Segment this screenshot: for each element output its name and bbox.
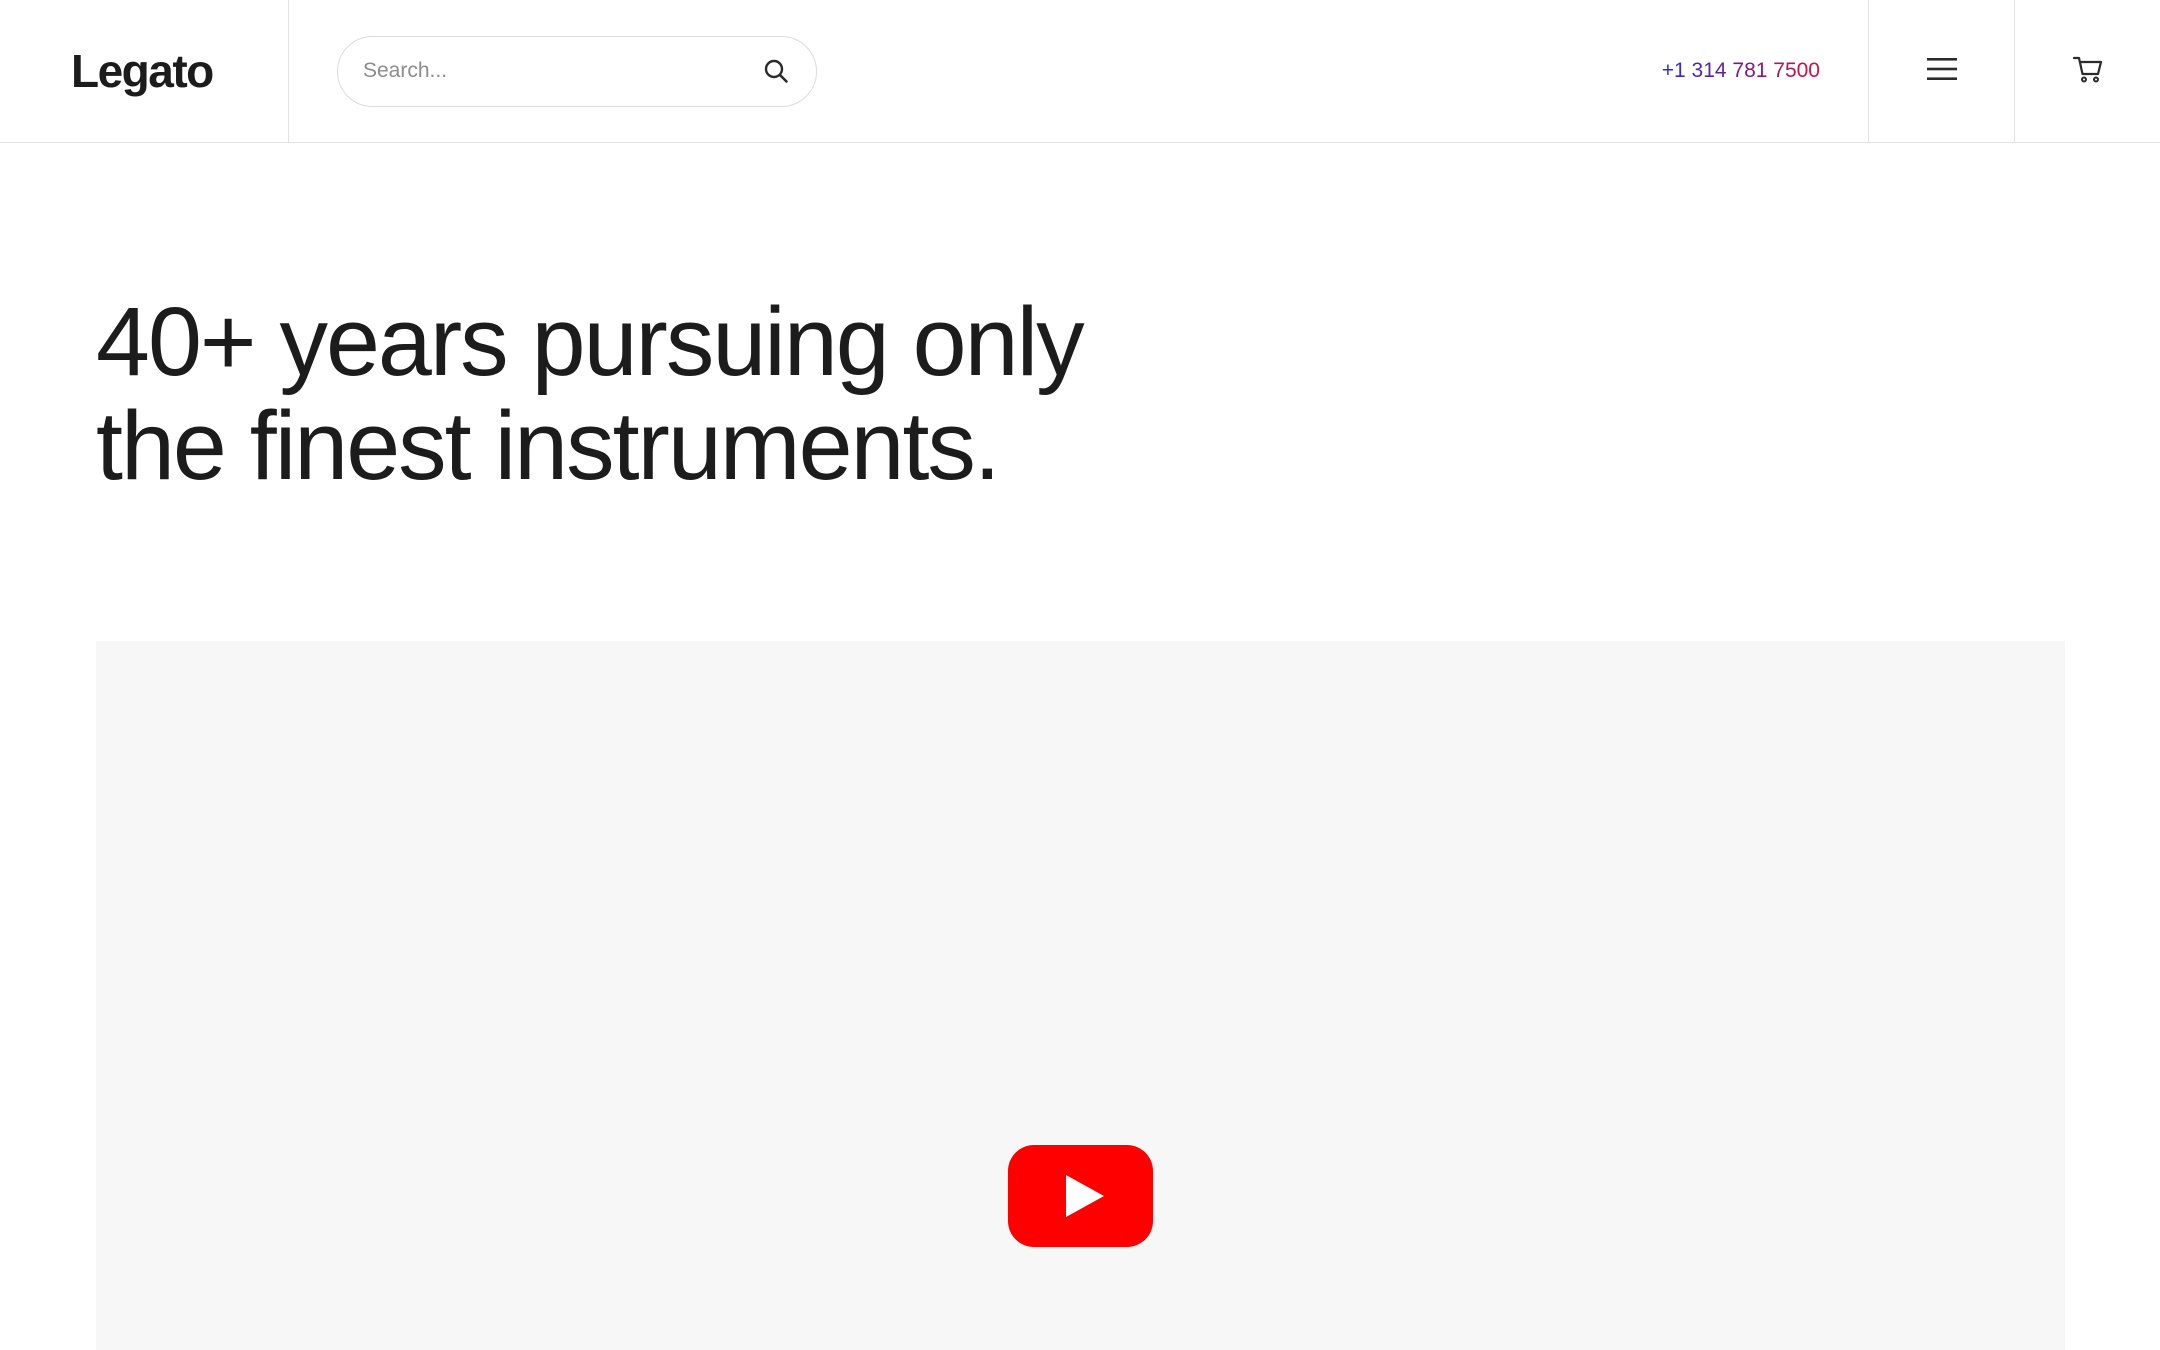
hero-title-line-1: 40+ years pursuing only: [96, 287, 1085, 396]
search-icon[interactable]: [758, 53, 794, 89]
youtube-play-icon[interactable]: [1008, 1145, 1153, 1247]
hamburger-menu-icon: [1926, 56, 1958, 87]
shopping-cart-icon: [2072, 55, 2103, 88]
logo-cell: Legato: [0, 0, 289, 142]
site-header: Legato +1 314 781 7500: [0, 0, 2160, 143]
hero-title: 40+ years pursuing only the finest instr…: [96, 290, 1296, 498]
site-logo[interactable]: Legato: [71, 44, 214, 98]
search-box: [337, 35, 817, 107]
cart-button[interactable]: [2014, 0, 2160, 142]
search-cell: [289, 0, 1662, 142]
search-input[interactable]: [361, 51, 758, 91]
phone-cell: +1 314 781 7500: [1662, 0, 1868, 142]
hero-section: 40+ years pursuing only the finest instr…: [96, 290, 1296, 498]
hero-title-line-2: the finest instruments.: [96, 391, 1001, 500]
phone-link[interactable]: +1 314 781 7500: [1662, 59, 1820, 83]
menu-button[interactable]: [1868, 0, 2014, 142]
video-embed[interactable]: [96, 641, 2065, 1350]
